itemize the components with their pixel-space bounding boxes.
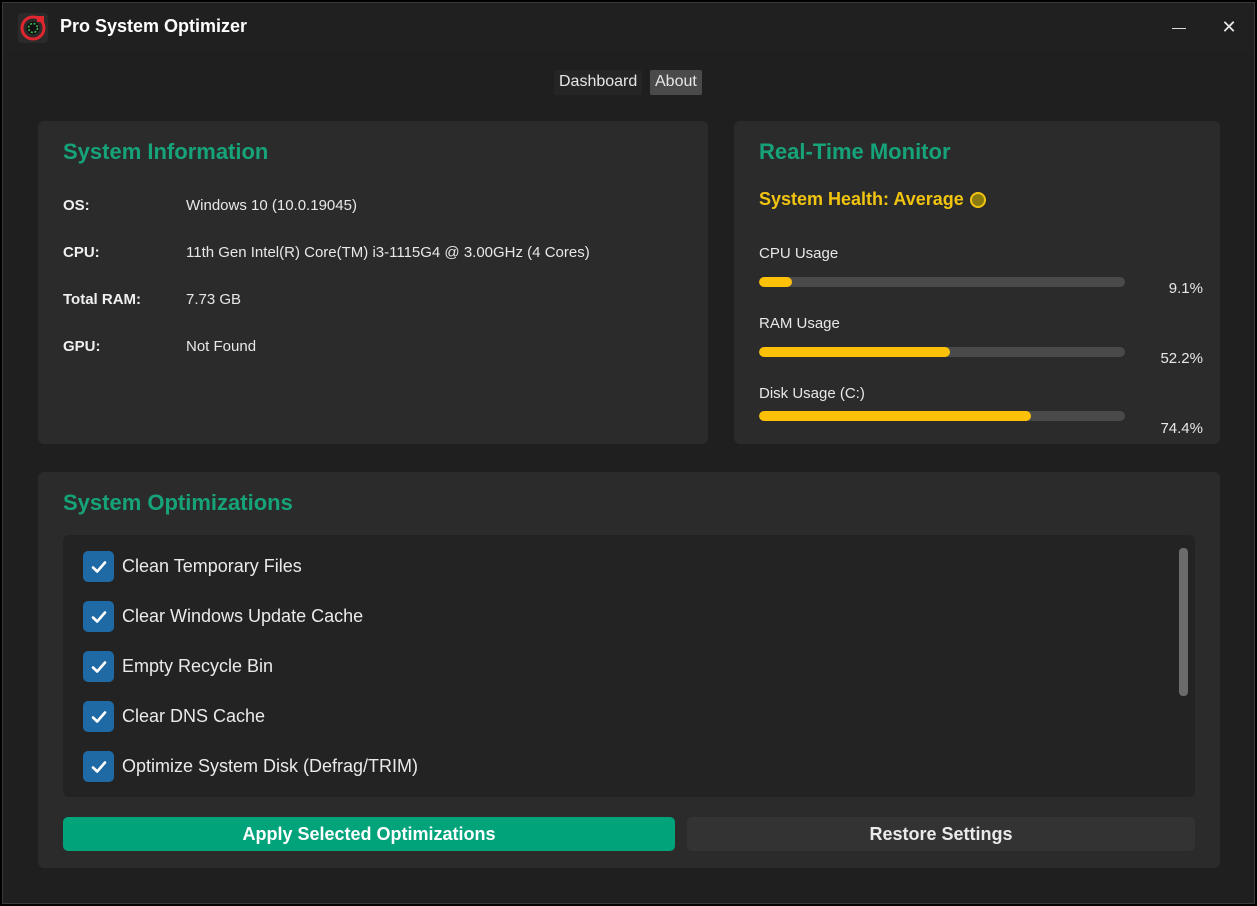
total-ram-value: 7.73 GB [186, 291, 242, 308]
list-scrollbar[interactable] [1179, 548, 1188, 696]
option-empty-recycle-bin[interactable]: Empty Recycle Bin [83, 651, 273, 682]
option-label: Clear Windows Update Cache [122, 606, 364, 626]
tab-dashboard[interactable]: Dashboard [554, 70, 643, 95]
cpu-usage-fill [759, 277, 793, 287]
turbo-gauge-icon [18, 13, 48, 43]
ram-usage-fill [759, 347, 951, 357]
cpu-usage-value: 9.1% [1168, 280, 1203, 297]
app-window: Pro System Optimizer — ✕ Dashboard About… [2, 2, 1255, 904]
system-optimizations-title: System Optimizations [63, 490, 293, 515]
close-icon[interactable]: ✕ [1214, 13, 1244, 41]
disk-usage-label: Disk Usage (C:) [759, 385, 865, 402]
system-optimizations-panel: System Optimizations Clean Temporary Fil… [38, 472, 1220, 868]
ram-usage-bar [759, 347, 1125, 357]
system-health-text: System Health: Average [759, 189, 964, 209]
disk-usage-value: 74.4% [1160, 420, 1203, 437]
app-title: Pro System Optimizer [60, 16, 248, 36]
real-time-monitor-title: Real-Time Monitor [759, 139, 951, 164]
gpu-label: GPU: [63, 338, 101, 355]
option-clear-dns-cache[interactable]: Clear DNS Cache [83, 701, 265, 732]
disk-usage-fill [759, 411, 1032, 421]
status-dot-icon [969, 191, 986, 208]
cpu-label: CPU: [63, 244, 100, 261]
minimize-icon[interactable]: — [1164, 13, 1194, 41]
gpu-value: Not Found [186, 338, 257, 355]
system-health-status: System Health: Average [759, 189, 986, 210]
tab-about[interactable]: About [650, 70, 702, 95]
checkmark-icon[interactable] [83, 751, 114, 782]
cpu-usage-bar [759, 277, 1125, 287]
disk-usage-bar [759, 411, 1125, 421]
title-bar: Pro System Optimizer — ✕ [3, 3, 1254, 52]
total-ram-label: Total RAM: [63, 291, 142, 308]
option-label: Clean Temporary Files [122, 556, 302, 576]
cpu-value: 11th Gen Intel(R) Core(TM) i3-1115G4 @ 3… [186, 244, 590, 261]
apply-optimizations-button[interactable]: Apply Selected Optimizations [63, 817, 675, 851]
checkmark-icon[interactable] [83, 701, 114, 732]
option-label: Optimize System Disk (Defrag/TRIM) [122, 756, 419, 776]
option-clean-temporary-files[interactable]: Clean Temporary Files [83, 551, 302, 582]
os-value: Windows 10 (10.0.19045) [186, 197, 357, 214]
checkmark-icon[interactable] [83, 551, 114, 582]
option-label: Clear DNS Cache [122, 706, 266, 726]
option-label: Empty Recycle Bin [122, 656, 274, 676]
option-clear-windows-update-cache[interactable]: Clear Windows Update Cache [83, 601, 363, 632]
system-information-panel: System Information OS: Windows 10 (10.0.… [38, 121, 708, 444]
checkmark-icon[interactable] [83, 651, 114, 682]
os-label: OS: [63, 197, 90, 214]
option-optimize-system-disk[interactable]: Optimize System Disk (Defrag/TRIM) [83, 751, 418, 782]
system-information-title: System Information [63, 139, 269, 164]
cpu-usage-label: CPU Usage [759, 245, 839, 262]
restore-settings-button[interactable]: Restore Settings [687, 817, 1195, 851]
checkmark-icon[interactable] [83, 601, 114, 632]
ram-usage-value: 52.2% [1160, 350, 1203, 367]
optimizations-list[interactable]: Clean Temporary Files Clear Windows Upda… [63, 535, 1195, 797]
real-time-monitor-panel: Real-Time Monitor System Health: Average… [734, 121, 1220, 444]
ram-usage-label: RAM Usage [759, 315, 840, 332]
